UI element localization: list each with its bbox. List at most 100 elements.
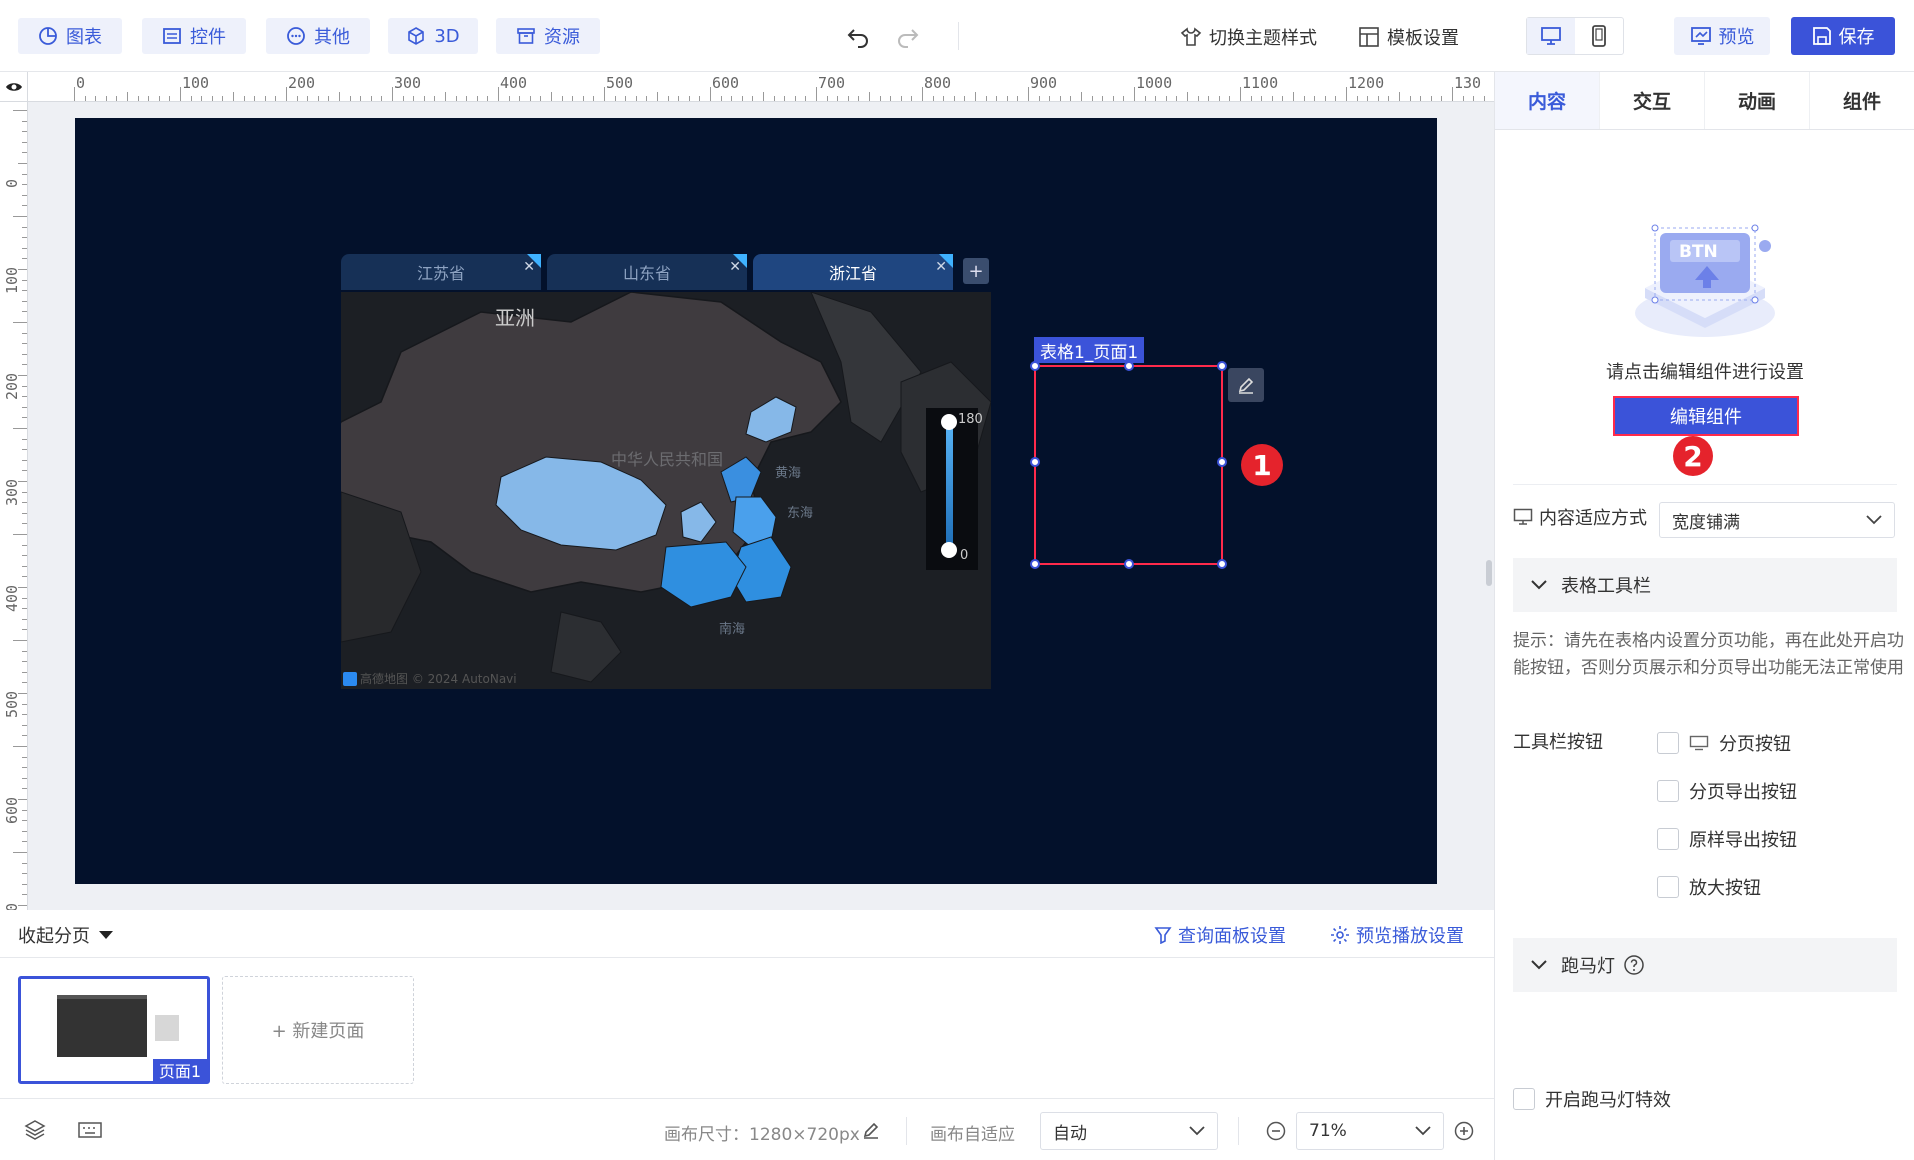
pencil-icon[interactable]: [862, 1121, 880, 1139]
tab-component[interactable]: 组件: [1810, 72, 1914, 129]
content-fit-select[interactable]: 宽度铺满: [1659, 502, 1895, 538]
new-page-button[interactable]: + 新建页面: [222, 976, 414, 1084]
checkbox-zoom-button[interactable]: 放大按钮: [1657, 874, 1761, 900]
ruler-tick: [1303, 96, 1305, 101]
ruler-tick: [1293, 92, 1294, 101]
resize-handle[interactable]: [1030, 457, 1040, 467]
checkbox[interactable]: [1657, 732, 1679, 754]
status-bar: 画布尺寸：1280×720px 画布自适应 自动 71%: [0, 1098, 1494, 1160]
zoom-out-icon[interactable]: [1266, 1121, 1286, 1141]
ruler-tick: [22, 512, 27, 514]
value-legend[interactable]: 180 0: [926, 408, 983, 570]
ruler-left-label: 400: [3, 584, 21, 612]
checkbox-original-export-button[interactable]: 原样导出按钮: [1657, 826, 1797, 852]
tab-animation[interactable]: 动画: [1705, 72, 1810, 129]
china-map[interactable]: 亚洲 中华人民共和国 黄海 东海 南海 高德地图 © 2024 AutoNavi: [341, 292, 991, 689]
resize-handle[interactable]: [1124, 361, 1134, 371]
query-panel-settings-link[interactable]: 查询面板设置: [1154, 922, 1286, 948]
ruler-top-label: 400: [500, 74, 528, 92]
help-icon[interactable]: [1623, 954, 1645, 976]
checkbox-paging-button[interactable]: 分页按钮: [1657, 730, 1791, 756]
resize-handle[interactable]: [1030, 361, 1040, 371]
ruler-tick: [22, 682, 27, 684]
switch-theme-button[interactable]: 切换主题样式: [1180, 24, 1317, 50]
redo-icon[interactable]: [894, 24, 920, 48]
chevron-down-icon: [1415, 1126, 1431, 1136]
resize-handle[interactable]: [1217, 559, 1227, 569]
ruler-tick: [116, 96, 118, 101]
tab-jiangsu[interactable]: 江苏省 ✕: [341, 254, 541, 290]
mobile-view-button[interactable]: [1575, 18, 1623, 54]
checkbox[interactable]: [1657, 876, 1679, 898]
desktop-view-button[interactable]: [1527, 18, 1575, 54]
ruler-tick: [678, 96, 680, 101]
layers-icon[interactable]: [24, 1119, 46, 1141]
ruler-tick: [572, 96, 574, 101]
table-component-selection[interactable]: [1030, 361, 1227, 569]
resize-handle[interactable]: [1030, 559, 1040, 569]
control-button[interactable]: 控件: [142, 18, 246, 54]
save-button[interactable]: 保存: [1791, 17, 1895, 55]
canvas-fit-select[interactable]: 自动: [1040, 1112, 1218, 1150]
ruler-tick: [22, 131, 27, 133]
ruler-tick: [22, 820, 27, 822]
ruler-left: 0 100 200 300 400 500 600 700: [0, 102, 28, 930]
checkbox-label: 分页按钮: [1719, 734, 1791, 755]
edit-component-button[interactable]: 编辑组件: [1613, 396, 1799, 436]
vertical-scrollbar[interactable]: [1486, 560, 1492, 586]
preview-playback-settings-link[interactable]: 预览播放设置: [1330, 922, 1464, 948]
ruler-tick: [18, 799, 27, 800]
3d-button[interactable]: 3D: [388, 18, 478, 54]
resize-handle[interactable]: [1217, 361, 1227, 371]
thumbnail-preview: [155, 1015, 179, 1041]
resource-button[interactable]: 资源: [496, 18, 600, 54]
keyboard-icon[interactable]: [78, 1121, 102, 1139]
page-thumbnail-1[interactable]: 页面1: [18, 976, 210, 1084]
other-button[interactable]: 其他: [266, 18, 370, 54]
ruler-top-label: 1200: [1348, 74, 1385, 92]
ruler-tick: [286, 87, 287, 101]
checkbox-enable-marquee[interactable]: 开启跑马灯特效: [1513, 1086, 1671, 1112]
ruler-top-label: 130: [1454, 74, 1482, 92]
legend-max-handle[interactable]: [941, 414, 957, 430]
marquee-section-header[interactable]: 跑马灯: [1513, 938, 1897, 992]
ruler-tick: [667, 96, 669, 101]
ruler-tick: [22, 544, 27, 546]
monitor-icon: [1689, 735, 1709, 751]
checkbox[interactable]: [1657, 780, 1679, 802]
resize-handle[interactable]: [1124, 559, 1134, 569]
checkbox[interactable]: [1513, 1088, 1535, 1110]
zoom-in-icon[interactable]: [1454, 1121, 1474, 1141]
ruler-tick: [264, 96, 266, 101]
properties-panel: 内容 交互 动画 组件 BTN 请点击编辑组件进行设置 编辑组件 2 内容适应方…: [1494, 72, 1914, 1160]
table-toolbar-section-header[interactable]: 表格工具栏: [1513, 558, 1897, 612]
chevron-down-icon: [1531, 960, 1547, 970]
ruler-tick: [22, 502, 27, 504]
undo-icon[interactable]: [846, 24, 872, 48]
add-tab-button[interactable]: +: [963, 258, 989, 284]
zoom-select[interactable]: 71%: [1296, 1112, 1444, 1150]
ruler-corner[interactable]: [0, 72, 28, 102]
edit-component-pen-button[interactable]: [1228, 368, 1264, 402]
tab-content[interactable]: 内容: [1495, 72, 1600, 129]
ruler-tick: [1059, 96, 1061, 101]
tab-shandong[interactable]: 山东省 ✕: [547, 254, 747, 290]
ruler-tick: [22, 406, 27, 408]
tab-interaction[interactable]: 交互: [1600, 72, 1705, 129]
preview-button[interactable]: 预览: [1674, 17, 1770, 55]
resize-handle[interactable]: [1217, 457, 1227, 467]
monitor-icon: [1541, 27, 1561, 45]
chart-button[interactable]: 图表: [18, 18, 122, 54]
checkbox-paging-export-button[interactable]: 分页导出按钮: [1657, 778, 1797, 804]
eye-icon: [5, 82, 22, 91]
template-settings-button[interactable]: 模板设置: [1358, 24, 1459, 50]
checkbox-label: 开启跑马灯特效: [1545, 1090, 1671, 1111]
collapse-pages-button[interactable]: 收起分页: [18, 922, 114, 948]
ruler-tick: [1240, 87, 1241, 101]
tab-zhejiang[interactable]: 浙江省 ✕: [753, 254, 953, 290]
ruler-tick: [22, 555, 27, 557]
ruler-tick: [847, 96, 849, 101]
ruler-tick: [13, 852, 27, 853]
checkbox[interactable]: [1657, 828, 1679, 850]
legend-min-handle[interactable]: [941, 542, 957, 558]
